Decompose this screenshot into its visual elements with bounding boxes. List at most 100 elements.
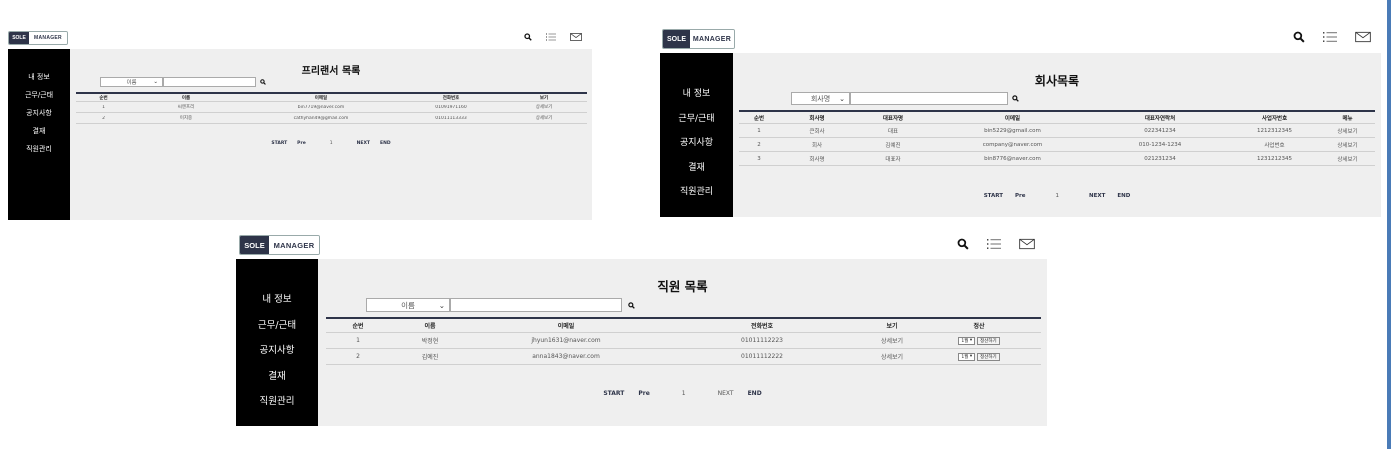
top-bar: SOLE MANAGER xyxy=(660,27,1381,52)
search-icon[interactable] xyxy=(1293,31,1305,43)
page-end[interactable]: END xyxy=(380,141,391,146)
menu-list-icon[interactable] xyxy=(987,238,1001,250)
cell-no: 1 xyxy=(102,104,105,110)
month-select-value: 1월 xyxy=(961,354,969,360)
menu-list-icon[interactable] xyxy=(1323,31,1337,43)
page-prev[interactable]: Pre xyxy=(297,141,306,146)
logo[interactable]: SOLE MANAGER xyxy=(239,235,320,255)
search-icon[interactable] xyxy=(957,238,969,250)
page-start[interactable]: START xyxy=(603,390,624,397)
page-prev[interactable]: Pre xyxy=(1015,193,1025,199)
mail-icon[interactable] xyxy=(1355,31,1371,43)
sidebar-item-staff[interactable]: 직원관리 xyxy=(8,144,70,154)
sidebar-item-staff[interactable]: 직원관리 xyxy=(236,393,318,407)
chevron-down-icon: ⌄ xyxy=(438,300,445,310)
page-end[interactable]: END xyxy=(748,390,762,397)
page-number[interactable]: 1 xyxy=(682,390,686,397)
sidebar-item-my-info[interactable]: 내 정보 xyxy=(236,291,318,305)
page-next[interactable]: NEXT xyxy=(1089,193,1105,199)
logo[interactable]: SOLE MANAGER xyxy=(8,31,68,45)
view-detail-link[interactable]: 상세보기 xyxy=(862,352,922,361)
sidebar-item-approval[interactable]: 결재 xyxy=(236,368,318,382)
search-field-select-value: 이름 xyxy=(126,80,137,86)
search-icon[interactable] xyxy=(524,33,532,41)
view-detail-link[interactable]: 상세보기 xyxy=(501,115,587,121)
sidebar-item-notice[interactable]: 공지사항 xyxy=(236,342,318,356)
search-field-select-value: 회사명 xyxy=(810,94,831,103)
freelancer-panel: SOLE MANAGER 내 정보 근무/근태 공지사항 결재 직원관리 프리랜… xyxy=(8,30,592,220)
cell-ceo-contact: 021231234 xyxy=(1144,155,1176,162)
page-start[interactable]: START xyxy=(271,141,287,146)
cell-name: 이지중 xyxy=(179,116,193,121)
logo[interactable]: SOLE MANAGER xyxy=(662,29,735,49)
sidebar-item-staff[interactable]: 직원관리 xyxy=(660,184,733,197)
search-bar: 이름 ⌄ xyxy=(100,77,266,87)
page-prev[interactable]: Pre xyxy=(638,390,649,397)
sidebar: 내 정보 근무/근태 공지사항 결재 직원관리 xyxy=(8,49,70,220)
cell-email: bin5229@gmail.com xyxy=(984,127,1041,134)
month-select[interactable]: 1월 ▾ xyxy=(958,352,976,361)
view-detail-link[interactable]: 상세보기 xyxy=(1323,127,1372,135)
mail-icon[interactable] xyxy=(1019,238,1035,250)
search-field-select[interactable]: 이름 ⌄ xyxy=(366,298,450,312)
cell-company-name: 회사명 xyxy=(809,156,825,163)
sidebar-item-notice[interactable]: 공지사항 xyxy=(660,135,733,148)
sidebar-item-my-info[interactable]: 내 정보 xyxy=(660,86,733,99)
search-icon[interactable] xyxy=(260,79,266,85)
sidebar: 내 정보 근무/근태 공지사항 결재 직원관리 xyxy=(236,259,318,426)
cell-phone: 01091971160 xyxy=(435,104,467,110)
cell-biz-number: 1231212345 xyxy=(1257,155,1292,162)
logo-manager: MANAGER xyxy=(29,32,67,44)
table-row: 3 회사명 대표자 bin8776@naver.com 021231234 12… xyxy=(739,152,1375,166)
sidebar-item-attendance[interactable]: 근무/근태 xyxy=(660,111,733,124)
search-input[interactable] xyxy=(450,298,622,312)
col-email: 이메일 xyxy=(314,95,328,101)
settle-button[interactable]: 정산하기 xyxy=(977,352,1000,361)
cell-no: 2 xyxy=(757,141,761,148)
col-email: 이메일 xyxy=(557,323,575,330)
sidebar-item-attendance[interactable]: 근무/근태 xyxy=(8,90,70,100)
search-field-select[interactable]: 회사명 ⌄ xyxy=(791,92,850,105)
col-phone: 전화번호 xyxy=(442,95,460,101)
search-input[interactable] xyxy=(163,77,256,87)
col-name: 이름 xyxy=(181,95,191,101)
page-next[interactable]: NEXT xyxy=(718,390,734,397)
search-icon[interactable] xyxy=(628,301,635,309)
view-detail-link[interactable]: 상세보기 xyxy=(862,336,922,345)
logo-manager: MANAGER xyxy=(269,236,319,254)
col-ceo-name: 대표자명 xyxy=(882,115,904,122)
view-detail-link[interactable]: 상세보기 xyxy=(1323,155,1372,163)
main-content: 회사목록 회사명 ⌄ 순번 회사명 대표자명 이메일 대표자연락처 사업자번호 … xyxy=(733,53,1381,217)
sidebar-item-approval[interactable]: 결재 xyxy=(660,160,733,173)
sidebar-item-notice[interactable]: 공지사항 xyxy=(8,108,70,118)
settle-button[interactable]: 정산하기 xyxy=(977,336,1000,345)
view-detail-link[interactable]: 상세보기 xyxy=(501,104,587,110)
page-end[interactable]: END xyxy=(1117,193,1130,199)
sidebar-item-attendance[interactable]: 근무/근태 xyxy=(236,317,318,331)
settle-controls: 1월 ▾ 정산하기 xyxy=(922,336,1036,345)
search-input[interactable] xyxy=(850,92,1008,105)
top-icons xyxy=(1293,31,1371,43)
page-number[interactable]: 1 xyxy=(1055,193,1059,199)
cell-email: bin7719@naver.com xyxy=(297,104,345,110)
sidebar-item-approval[interactable]: 결재 xyxy=(8,126,70,136)
freelancer-table: 순번 이름 이메일 전화번호 보기 1 씨엔프리 bin7719@naver.c… xyxy=(76,92,587,124)
view-detail-link[interactable]: 상세보기 xyxy=(1323,141,1372,149)
search-icon[interactable] xyxy=(1012,95,1019,102)
page-number[interactable]: 1 xyxy=(330,141,333,146)
cell-no: 1 xyxy=(757,127,761,134)
menu-list-icon[interactable] xyxy=(546,33,556,41)
cell-no: 3 xyxy=(757,155,761,162)
pagination: START Pre 1 NEXT END xyxy=(733,193,1381,199)
page-next[interactable]: NEXT xyxy=(357,141,370,146)
cell-biz-number: 1212312345 xyxy=(1257,127,1292,134)
cell-email: bin8776@naver.com xyxy=(984,155,1041,162)
sidebar-item-my-info[interactable]: 내 정보 xyxy=(8,72,70,82)
month-select[interactable]: 1월 ▾ xyxy=(958,336,976,345)
chevron-down-icon: ⌄ xyxy=(153,79,158,85)
page-start[interactable]: START xyxy=(984,193,1003,199)
search-field-select[interactable]: 이름 ⌄ xyxy=(100,77,163,87)
mail-icon[interactable] xyxy=(570,33,582,41)
table-header: 순번 이름 이메일 전화번호 보기 xyxy=(76,94,587,102)
employee-panel: SOLE MANAGER 내 정보 근무/근태 공지사항 결재 직원관리 직원 … xyxy=(236,233,1047,426)
